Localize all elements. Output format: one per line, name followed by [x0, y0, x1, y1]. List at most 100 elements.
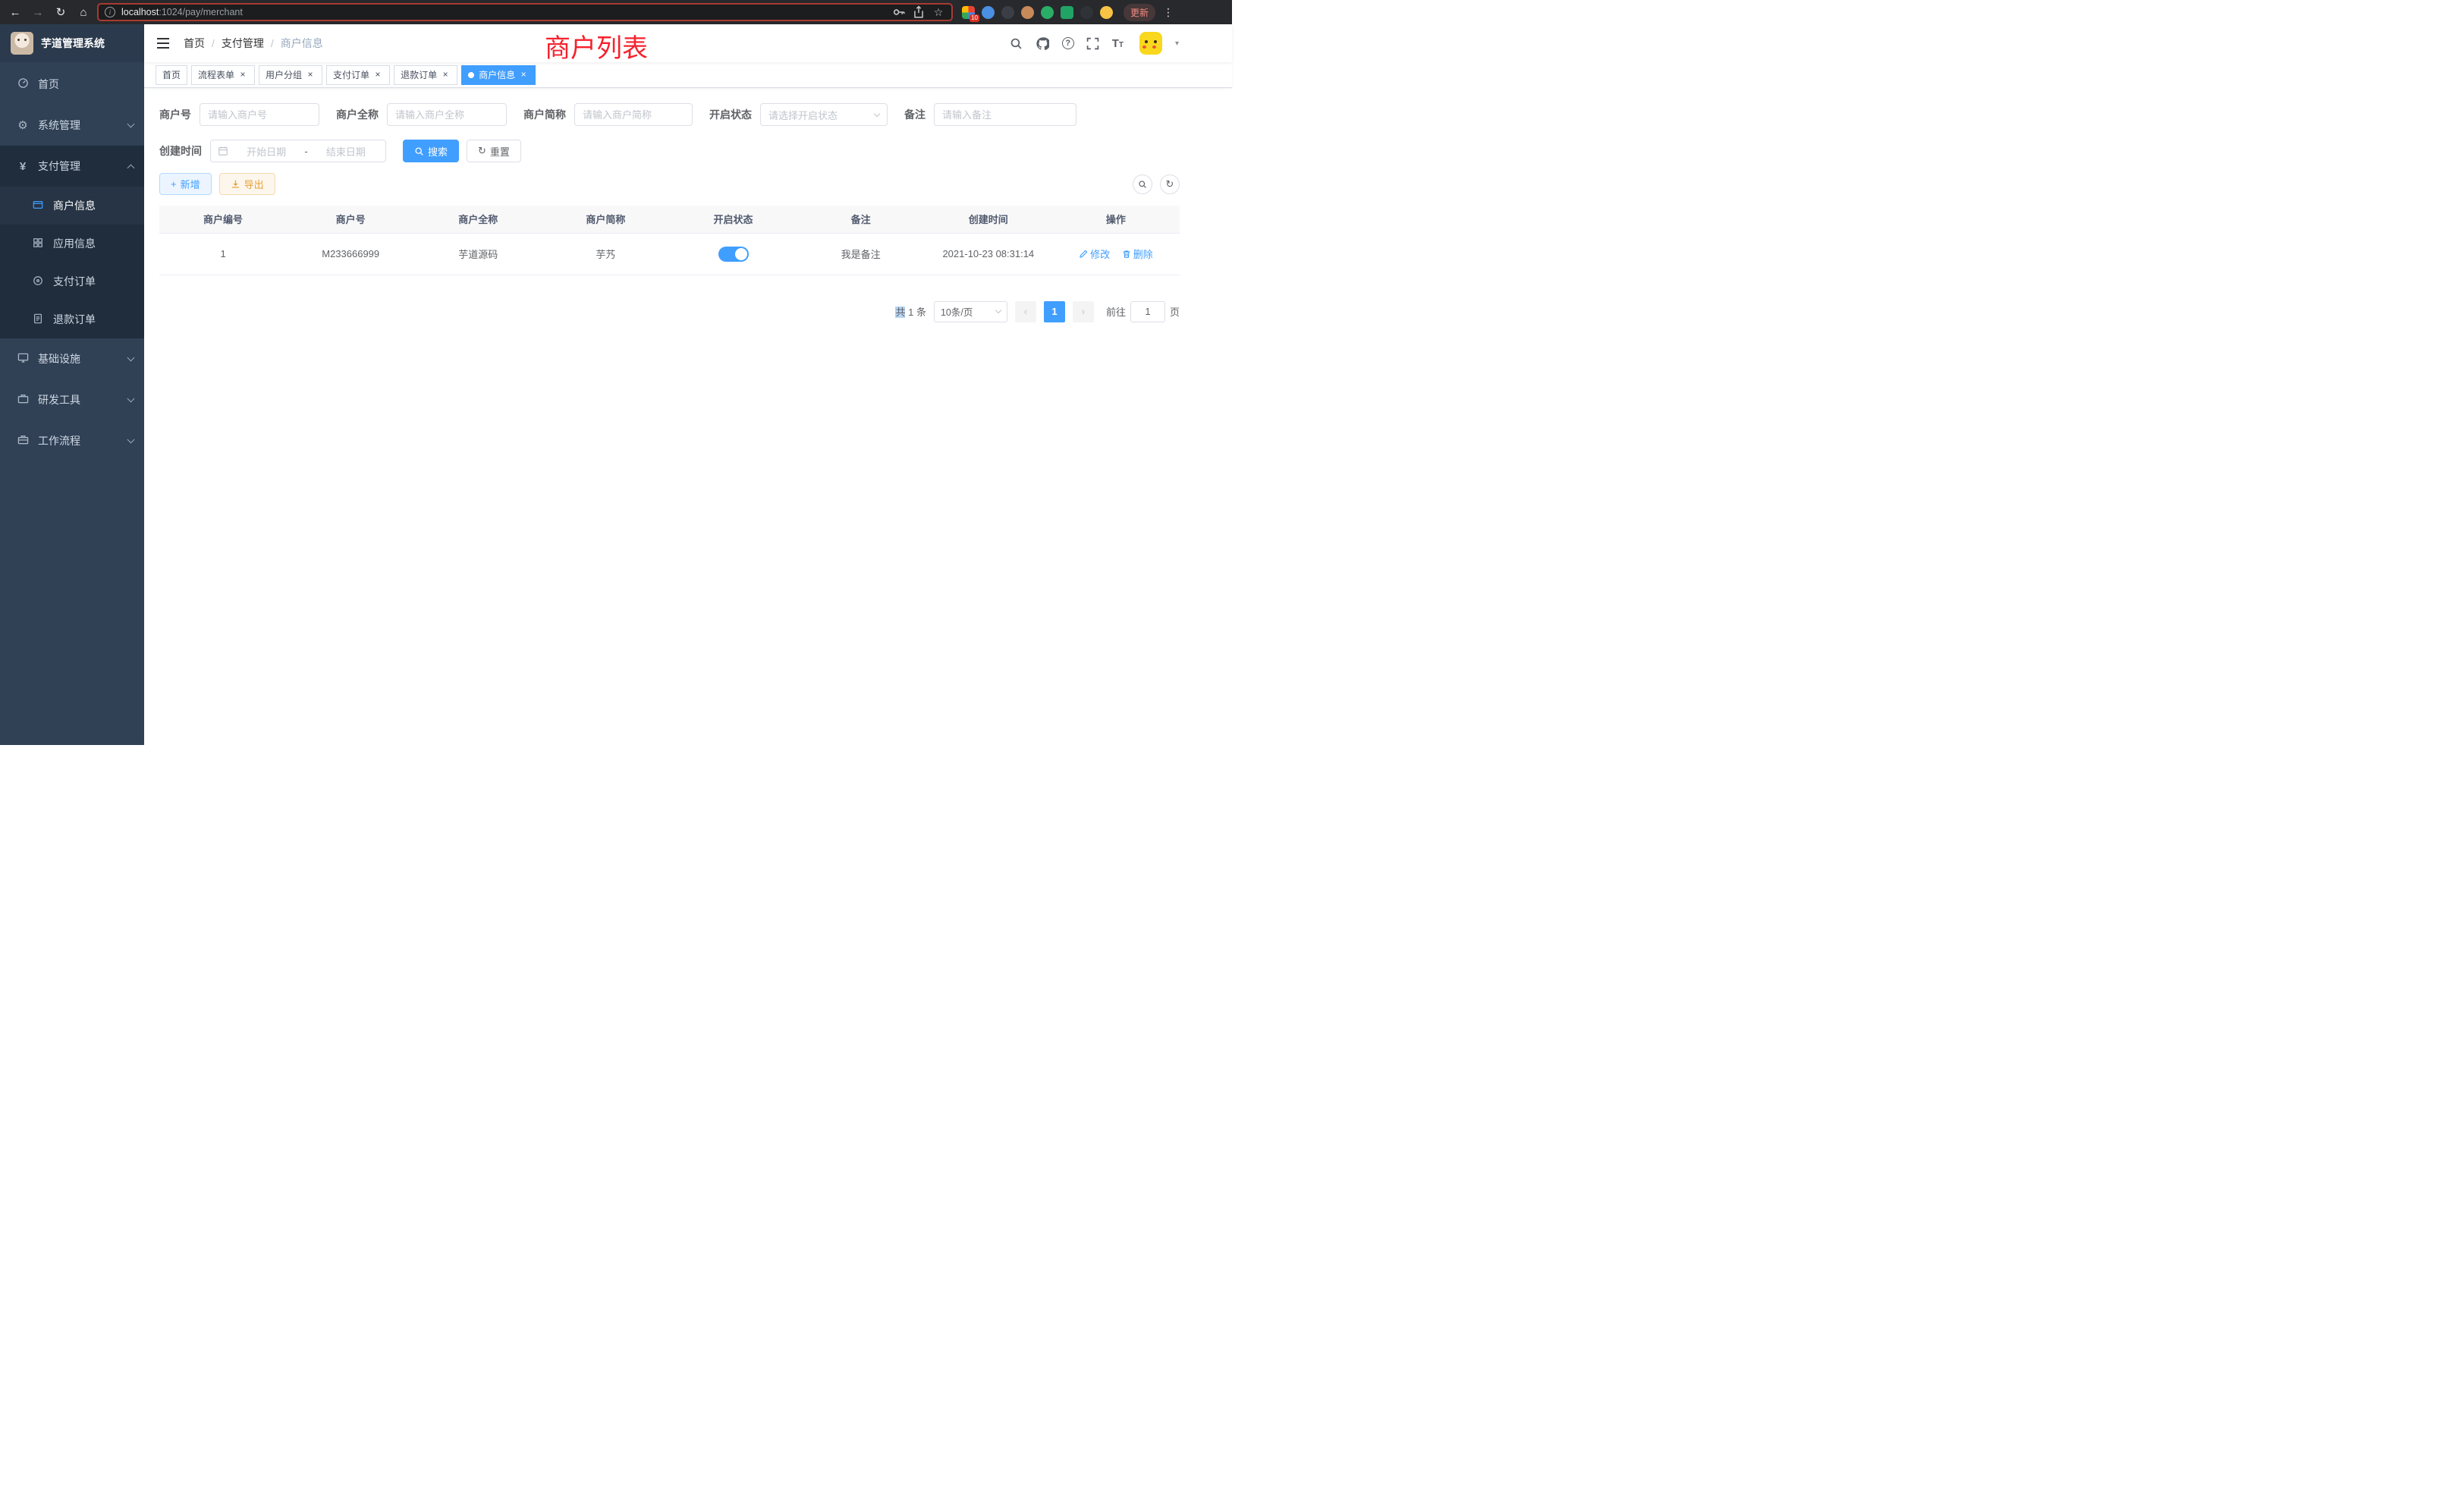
full-name-input[interactable] [387, 103, 507, 126]
sidebar-item-pay-order[interactable]: 支付订单 [0, 262, 144, 300]
browser-update-button[interactable]: 更新 [1124, 4, 1155, 21]
tab-process-form[interactable]: 流程表单× [191, 65, 255, 85]
prev-page-button[interactable]: ‹ [1015, 301, 1036, 322]
site-info-icon[interactable]: i [105, 7, 115, 17]
extension-icon[interactable]: 10 [962, 6, 975, 19]
close-icon[interactable]: × [440, 70, 451, 80]
chevron-down-icon [127, 354, 135, 362]
merchant-no-input[interactable] [200, 103, 319, 126]
start-date-placeholder: 开始日期 [234, 144, 299, 159]
breadcrumb-home[interactable]: 首页 [184, 36, 205, 51]
export-button[interactable]: 导出 [219, 173, 275, 195]
browser-toolbar: ← → ↻ ⌂ i localhost:1024/pay/merchant ☆ … [0, 0, 1232, 24]
sidebar-item-system[interactable]: ⚙ 系统管理 [0, 105, 144, 146]
help-icon[interactable]: ? [1062, 37, 1074, 49]
logo[interactable]: 芋道管理系统 [0, 24, 144, 62]
jump-page-input[interactable] [1130, 301, 1165, 322]
extension-icon[interactable] [1001, 6, 1014, 19]
bookmark-star-icon[interactable]: ☆ [932, 5, 945, 19]
sidebar-item-refund-order[interactable]: 退款订单 [0, 300, 144, 338]
merchant-card-icon [32, 200, 44, 212]
tab-refund-order[interactable]: 退款订单× [394, 65, 457, 85]
chevron-up-icon [127, 164, 135, 171]
delete-button[interactable]: 删除 [1122, 247, 1153, 261]
font-size-icon[interactable]: TT [1112, 37, 1124, 50]
remark-input[interactable] [934, 103, 1076, 126]
create-time-range-picker[interactable]: 开始日期 - 结束日期 [210, 140, 386, 162]
home-icon[interactable]: ⌂ [74, 3, 93, 21]
close-icon[interactable]: × [237, 70, 248, 80]
breadcrumb-separator: / [271, 37, 274, 49]
edit-button[interactable]: 修改 [1079, 247, 1110, 261]
close-icon[interactable]: × [305, 70, 316, 80]
next-page-button[interactable]: › [1073, 301, 1094, 322]
caret-down-icon[interactable]: ▾ [1175, 39, 1179, 48]
url-text: localhost:1024/pay/merchant [121, 7, 243, 17]
github-icon[interactable] [1036, 36, 1051, 51]
sidebar-item-workflow[interactable]: 工作流程 [0, 420, 144, 461]
extension-icon[interactable] [1061, 6, 1073, 19]
short-name-input[interactable] [574, 103, 693, 126]
extension-badge: 10 [970, 14, 979, 22]
col-header: 开启状态 [670, 206, 797, 233]
extension-icon[interactable] [1100, 6, 1113, 19]
extension-icon[interactable] [1041, 6, 1054, 19]
filter-label-merchant-no: 商户号 [159, 107, 200, 122]
page-content: 商户号 商户全称 商户简称 开启状态 请选择开启状态 [144, 88, 1232, 322]
page-1-button[interactable]: 1 [1044, 301, 1065, 322]
toolbox-icon [17, 393, 29, 407]
logo-image [11, 32, 33, 55]
sidebar-item-label: 应用信息 [53, 236, 96, 251]
sidebar-item-dev-tools[interactable]: 研发工具 [0, 379, 144, 420]
back-icon[interactable]: ← [6, 3, 24, 21]
extension-icon[interactable] [982, 6, 995, 19]
extension-icon[interactable] [1080, 6, 1093, 19]
chevron-down-icon [995, 307, 1001, 313]
breadcrumb-payment[interactable]: 支付管理 [222, 36, 264, 51]
status-select[interactable]: 请选择开启状态 [760, 103, 888, 126]
sidebar-item-home[interactable]: 首页 [0, 64, 144, 105]
screen: ← → ↻ ⌂ i localhost:1024/pay/merchant ☆ … [0, 0, 1232, 745]
sidebar-item-payment[interactable]: ¥ 支付管理 [0, 146, 144, 187]
sidebar-item-app-info[interactable]: 应用信息 [0, 225, 144, 262]
sidebar-item-label: 商户信息 [53, 198, 96, 213]
user-avatar[interactable] [1139, 32, 1162, 55]
browser-menu-icon[interactable]: ⋮ [1163, 6, 1174, 19]
status-toggle[interactable] [718, 247, 749, 262]
extension-icon[interactable] [1021, 6, 1034, 19]
search-icon[interactable] [1009, 36, 1024, 51]
filter-label-short-name: 商户简称 [523, 107, 574, 122]
hamburger-icon[interactable] [156, 36, 171, 51]
close-icon[interactable]: × [518, 70, 529, 80]
tab-pay-order[interactable]: 支付订单× [326, 65, 390, 85]
toggle-search-button[interactable] [1133, 174, 1152, 194]
tab-home[interactable]: 首页 [156, 65, 187, 85]
status-select-placeholder: 请选择开启状态 [768, 108, 838, 122]
cell-create-time: 2021-10-23 08:31:14 [925, 233, 1052, 275]
tab-user-group[interactable]: 用户分组× [259, 65, 322, 85]
address-bar[interactable]: i localhost:1024/pay/merchant ☆ [97, 3, 953, 21]
add-button[interactable]: + 新增 [159, 173, 212, 195]
refresh-table-button[interactable]: ↻ [1160, 174, 1180, 194]
sidebar-item-merchant-info[interactable]: 商户信息 [0, 187, 144, 225]
reset-button[interactable]: ↻ 重置 [467, 140, 521, 162]
col-header: 商户全称 [414, 206, 542, 233]
page-size-select[interactable]: 10条/页 [934, 301, 1007, 322]
col-header: 商户号 [287, 206, 414, 233]
filter-label-create-time: 创建时间 [159, 143, 210, 159]
search-button[interactable]: 搜索 [403, 140, 459, 162]
sidebar-item-label: 工作流程 [38, 433, 80, 448]
reload-icon[interactable]: ↻ [52, 3, 70, 21]
refresh-icon: ↻ [478, 145, 486, 157]
fullscreen-icon[interactable] [1086, 36, 1101, 51]
close-icon[interactable]: × [372, 70, 383, 80]
breadcrumb: 首页 / 支付管理 / 商户信息 [184, 36, 323, 51]
sidebar-item-label: 系统管理 [38, 118, 80, 133]
forward-icon[interactable]: → [29, 3, 47, 21]
download-icon [231, 179, 240, 189]
cell-full-name: 芋道源码 [414, 233, 542, 275]
sidebar-item-infrastructure[interactable]: 基础设施 [0, 338, 144, 379]
tab-merchant-info[interactable]: 商户信息× [461, 65, 536, 85]
share-icon[interactable] [912, 5, 926, 19]
password-key-icon[interactable] [892, 5, 906, 19]
